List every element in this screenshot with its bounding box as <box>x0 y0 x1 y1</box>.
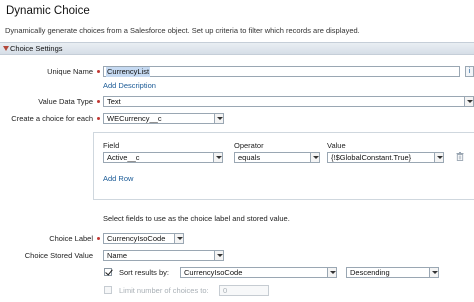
unique-name-input[interactable]: CurrencyList <box>103 66 460 77</box>
trash-icon[interactable] <box>456 152 464 161</box>
value-data-type-label: Value Data Type <box>38 97 93 106</box>
collapse-triangle-icon[interactable] <box>3 45 9 51</box>
filter-criteria-box: Field Operator Value Active__c equals {!… <box>93 132 474 200</box>
section-header[interactable]: Choice Settings <box>0 42 474 55</box>
value-column-header: Value <box>327 141 346 150</box>
chevron-down-icon <box>214 251 223 260</box>
limit-choices-checkbox[interactable] <box>104 286 112 294</box>
create-choice-label: Create a choice for each <box>11 114 93 123</box>
add-description-link[interactable]: Add Description <box>103 81 156 90</box>
filter-value-input[interactable]: {!$GlobalConstant.True} <box>327 152 444 163</box>
sort-order-value: Descending <box>350 268 390 277</box>
choice-label-label: Choice Label <box>49 234 93 243</box>
choice-label-value: CurrencyIsoCode <box>107 234 166 243</box>
dialog-title: Dynamic Choice <box>6 5 90 17</box>
limit-choices-value: 0 <box>223 286 228 295</box>
chevron-down-icon <box>213 153 222 162</box>
chevron-down-icon <box>434 153 443 162</box>
operator-column-header: Operator <box>234 141 264 150</box>
filter-value-text: {!$GlobalConstant.True} <box>331 153 412 162</box>
filter-operator-value: equals <box>238 153 261 162</box>
sort-results-checkbox[interactable] <box>104 268 112 276</box>
chevron-down-icon <box>174 234 183 243</box>
dialog-description: Dynamically generate choices from a Sale… <box>5 26 360 35</box>
chevron-down-icon <box>214 114 223 123</box>
unique-name-label: Unique Name <box>47 67 93 76</box>
choice-stored-value-label: Choice Stored Value <box>24 251 93 260</box>
sort-field-select[interactable]: CurrencyIsoCode <box>180 267 337 278</box>
value-data-type-select[interactable]: Text <box>103 96 474 107</box>
choice-stored-value-value: Name <box>107 251 128 260</box>
object-select[interactable]: WECurrency__c <box>103 113 224 124</box>
field-column-header: Field <box>103 141 120 150</box>
unique-name-value: CurrencyList <box>106 67 151 77</box>
info-icon[interactable]: i <box>465 66 474 77</box>
limit-choices-label: Limit number of choices to: <box>119 286 209 295</box>
chevron-down-icon <box>327 268 336 277</box>
choice-stored-value-select[interactable]: Name <box>103 250 224 261</box>
required-indicator <box>97 237 100 240</box>
choice-label-select[interactable]: CurrencyIsoCode <box>103 233 184 244</box>
required-indicator <box>97 100 100 103</box>
chevron-down-icon <box>310 153 319 162</box>
limit-choices-input[interactable]: 0 <box>219 285 269 296</box>
filter-operator-select[interactable]: equals <box>234 152 320 163</box>
required-indicator <box>97 117 100 120</box>
sort-results-label: Sort results by: <box>119 268 170 277</box>
add-row-link[interactable]: Add Row <box>103 174 133 183</box>
chevron-down-icon <box>464 97 473 106</box>
value-data-type-value: Text <box>107 97 121 106</box>
sort-order-select[interactable]: Descending <box>346 267 439 278</box>
required-indicator <box>97 70 100 73</box>
sort-field-value: CurrencyIsoCode <box>184 268 243 277</box>
select-fields-instruction: Select fields to use as the choice label… <box>103 214 290 223</box>
section-label: Choice Settings <box>10 44 63 53</box>
chevron-down-icon <box>429 268 438 277</box>
object-value: WECurrency__c <box>107 114 162 123</box>
filter-field-value: Active__c <box>107 153 140 162</box>
filter-field-select[interactable]: Active__c <box>103 152 223 163</box>
